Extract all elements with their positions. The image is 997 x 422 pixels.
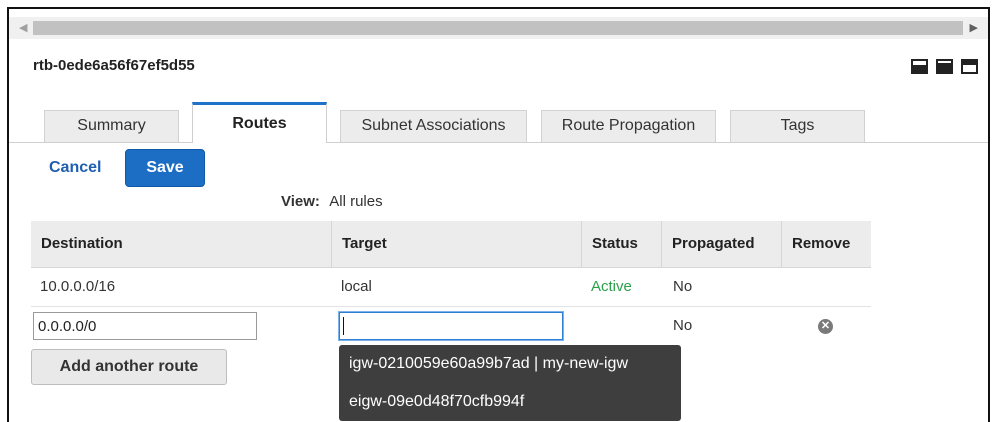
scroll-left-icon[interactable]: ◀: [19, 21, 27, 35]
panel-split-icon[interactable]: [936, 59, 953, 74]
remove-circle-icon[interactable]: ✕: [818, 319, 833, 334]
column-destination: Destination: [41, 235, 123, 252]
view-filter: View: All rules: [281, 193, 383, 210]
add-another-route-button[interactable]: Add another route: [31, 349, 227, 385]
tab-bar: Summary Routes Subnet Associations Route…: [9, 102, 988, 143]
tab-route-propagation[interactable]: Route Propagation: [541, 110, 716, 142]
cancel-button[interactable]: Cancel: [49, 159, 101, 177]
text-caret: [343, 317, 344, 335]
horizontal-scrollbar[interactable]: ◀ ▶: [9, 17, 988, 39]
column-status: Status: [581, 221, 661, 267]
target-input[interactable]: [338, 311, 564, 341]
scroll-thumb[interactable]: [33, 21, 963, 35]
tab-tags[interactable]: Tags: [730, 110, 865, 142]
row-propagated: No: [673, 278, 693, 295]
view-value[interactable]: All rules: [329, 193, 382, 210]
layout-toggle-group: [911, 59, 978, 74]
tab-subnet-associations[interactable]: Subnet Associations: [340, 110, 527, 142]
edit-row-propagated: No: [673, 317, 693, 334]
tab-summary[interactable]: Summary: [44, 110, 179, 142]
route-table-id: rtb-0ede6a56f67ef5d55: [33, 57, 195, 74]
suggestion-item-igw[interactable]: igw-0210059e60a99b7ad | my-new-igw: [339, 345, 681, 383]
column-remove: Remove: [781, 221, 871, 267]
table-row-edit: No ✕: [31, 307, 871, 345]
tab-routes[interactable]: Routes: [192, 102, 327, 143]
route-table-panel: ◀ ▶ rtb-0ede6a56f67ef5d55 Summary Routes…: [7, 7, 990, 422]
suggestion-item-eigw[interactable]: eigw-09e0d48f70cfb994f: [339, 383, 681, 421]
row-destination: 10.0.0.0/16: [40, 278, 116, 295]
table-row: 10.0.0.0/16 local Active No: [31, 268, 871, 307]
column-propagated: Propagated: [661, 221, 781, 267]
table-header: Destination Target Status Propagated Rem…: [31, 221, 871, 268]
target-suggestion-dropdown: igw-0210059e60a99b7ad | my-new-igw eigw-…: [339, 345, 681, 421]
row-target: local: [341, 278, 372, 295]
save-button[interactable]: Save: [125, 149, 205, 187]
panel-bottom-icon[interactable]: [911, 59, 928, 74]
view-label: View:: [281, 193, 320, 210]
panel-top-icon[interactable]: [961, 59, 978, 74]
destination-input[interactable]: [33, 312, 257, 340]
routes-table: Destination Target Status Propagated Rem…: [31, 221, 871, 345]
column-target: Target: [331, 221, 581, 267]
status-badge: Active: [591, 278, 632, 295]
scroll-right-icon[interactable]: ▶: [970, 21, 978, 35]
